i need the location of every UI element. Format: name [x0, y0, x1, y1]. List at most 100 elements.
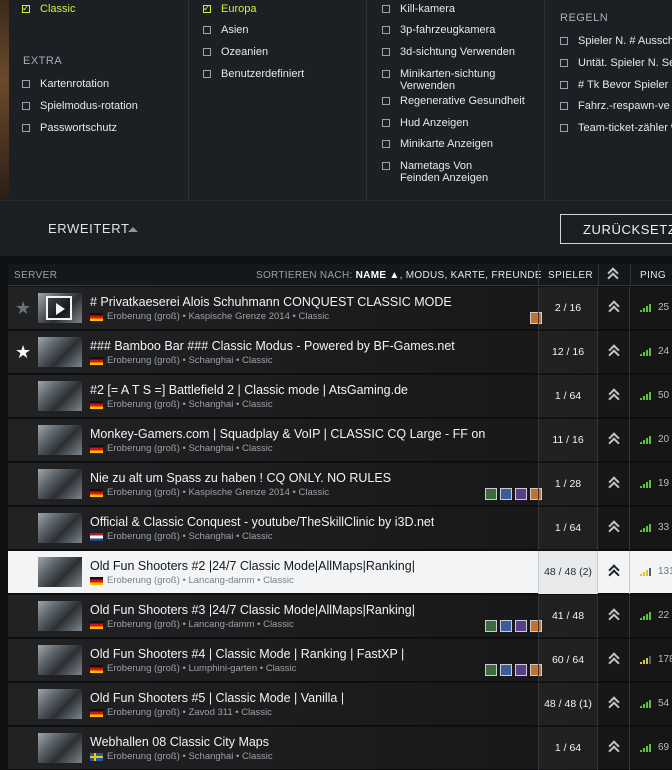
- server-thumbnail: [38, 381, 82, 411]
- server-row[interactable]: Nie zu alt um Spass zu haben ! CQ ONLY. …: [8, 463, 672, 506]
- filter-label: Untät. Spieler N. Sek: [578, 57, 672, 69]
- play-icon[interactable]: [46, 296, 72, 320]
- sort-by-others[interactable]: , MODUS, KARTE, FREUNDE: [400, 270, 542, 281]
- hud-icon: [500, 664, 512, 676]
- filter-rule-2[interactable]: Untät. Spieler N. Sek: [560, 57, 672, 69]
- server-meta-text: Eroberung (groß) • Lumphini-garten • Cla…: [107, 663, 297, 674]
- flag-nl-icon: [90, 532, 103, 541]
- filter-regenerative-gesundheit[interactable]: Regenerative Gesundheit: [382, 95, 525, 107]
- filter-label: 3p-fahrzeugkamera: [400, 24, 496, 36]
- filter-nametags[interactable]: Nametags Von Feinden Anzeigen: [382, 160, 502, 184]
- server-row[interactable]: #2 [= A T S =] Battlefield 2 | Classic m…: [8, 375, 672, 418]
- filter-kartenrotation[interactable]: Kartenrotation: [22, 78, 109, 90]
- player-count: 12 / 16: [538, 331, 598, 374]
- rank-cell: [598, 375, 630, 418]
- server-thumbnail: [38, 293, 82, 323]
- server-row[interactable]: Old Fun Shooters #5 | Classic Mode | Van…: [8, 683, 672, 726]
- ping-column-header[interactable]: PING: [640, 270, 666, 281]
- server-row[interactable]: ★ # Privatkaeserei Alois Schuhmann CONQU…: [8, 287, 672, 330]
- server-row[interactable]: Old Fun Shooters #3 |24/7 Classic Mode|A…: [8, 595, 672, 638]
- column-divider: [538, 264, 539, 286]
- signal-bars-icon: [640, 392, 652, 400]
- reset-button[interactable]: ZURÜCKSETZ: [560, 214, 672, 244]
- server-row[interactable]: Webhallen 08 Classic City Maps Eroberung…: [8, 727, 672, 770]
- filter-hud-anzeigen[interactable]: Hud Anzeigen: [382, 117, 469, 129]
- server-thumbnail: [38, 513, 82, 543]
- filter-spielmodus-rotation[interactable]: Spielmodus-rotation: [22, 100, 138, 112]
- filter-label: Hud Anzeigen: [400, 117, 469, 129]
- caret-up-icon[interactable]: [128, 227, 138, 232]
- server-row[interactable]: Monkey-Gamers.com | Squadplay & VoIP | C…: [8, 419, 672, 462]
- ping-value: 33: [658, 522, 670, 533]
- filter-ozeanien[interactable]: Ozeanien: [203, 46, 268, 58]
- server-meta: Eroberung (groß) • Lumphini-garten • Cla…: [90, 663, 296, 674]
- favorite-star-icon[interactable]: ★: [15, 298, 31, 319]
- filter-minikarten-sichtung[interactable]: Minikarten-sichtung Verwenden: [382, 68, 497, 92]
- rank-cell: [598, 639, 630, 682]
- minimap-icon: [515, 488, 527, 500]
- checkbox-icon: [203, 70, 211, 78]
- server-name: Old Fun Shooters #5 | Classic Mode | Van…: [90, 691, 345, 705]
- server-meta: Eroberung (groß) • Kaspische Grenze 2014…: [90, 311, 329, 322]
- chevron-up-icon: [609, 521, 619, 535]
- filter-label: 3d-sichtung Verwenden: [400, 46, 515, 58]
- server-row-selected[interactable]: Old Fun Shooters #2 |24/7 Classic Mode|A…: [8, 551, 672, 594]
- advanced-toggle[interactable]: ERWEITERT: [48, 221, 129, 236]
- checkbox-icon: [382, 48, 390, 56]
- ping-cell: 50: [636, 375, 672, 418]
- checkbox-icon: [22, 102, 30, 110]
- rank-column-icon[interactable]: [608, 268, 618, 285]
- filter-minikarte-anzeigen[interactable]: Minikarte Anzeigen: [382, 138, 493, 150]
- server-meta: Eroberung (groß) • Lancang-damm • Classi…: [90, 619, 294, 630]
- ping-value: 19: [658, 478, 670, 489]
- filter-rule-3[interactable]: # Tk Bevor Spieler R: [560, 79, 672, 91]
- filter-label: Classic: [40, 3, 76, 15]
- server-row[interactable]: Official & Classic Conquest - youtube/Th…: [8, 507, 672, 550]
- filter-kill-kamera[interactable]: Kill-kamera: [382, 3, 455, 15]
- filter-europa[interactable]: Europa: [203, 2, 256, 15]
- signal-bars-icon: [640, 568, 652, 576]
- filter-rule-4[interactable]: Fahrz.-respawn-ve: [560, 100, 670, 112]
- players-column-header[interactable]: SPIELER: [548, 270, 593, 281]
- server-meta-text: Eroberung (groß) • Lancang-damm • Classi…: [107, 619, 294, 630]
- server-thumbnail: [38, 645, 82, 675]
- rank-cell: [598, 463, 630, 506]
- column-divider: [598, 264, 599, 286]
- filter-label: Fahrz.-respawn-ve: [578, 100, 670, 112]
- server-name: ### Bamboo Bar ### Classic Modus - Power…: [90, 339, 455, 353]
- filter-asien[interactable]: Asien: [203, 24, 249, 36]
- sort-by-name[interactable]: NAME ▲: [356, 270, 400, 281]
- server-meta: Eroberung (groß) • Schanghai • Classic: [90, 443, 273, 454]
- checkbox-icon: [203, 2, 211, 14]
- filter-rule-1[interactable]: Spieler N. # Aussch: [560, 35, 672, 47]
- filter-classic[interactable]: Classic: [22, 2, 76, 15]
- rank-cell: [598, 331, 630, 374]
- server-thumbnail: [38, 337, 82, 367]
- server-row[interactable]: Old Fun Shooters #4 | Classic Mode | Ran…: [8, 639, 672, 682]
- filter-label: Regenerative Gesundheit: [400, 95, 525, 107]
- server-meta: Eroberung (groß) • Schanghai • Classic: [90, 751, 273, 762]
- filter-rule-5[interactable]: Team-ticket-zähler %: [560, 122, 672, 134]
- filter-benutzerdefiniert[interactable]: Benutzerdefiniert: [203, 68, 304, 80]
- rank-cell: [598, 551, 630, 594]
- checkbox-icon: [22, 80, 30, 88]
- server-row[interactable]: ★ ### Bamboo Bar ### Classic Modus - Pow…: [8, 331, 672, 374]
- rank-cell: [598, 419, 630, 462]
- checkbox-icon: [22, 124, 30, 132]
- server-thumbnail: [38, 733, 82, 763]
- checkbox-icon: [382, 70, 390, 78]
- filter-passwortschutz[interactable]: Passwortschutz: [22, 122, 117, 134]
- player-count: 60 / 64: [538, 639, 598, 682]
- server-name: Old Fun Shooters #4 | Classic Mode | Ran…: [90, 647, 405, 661]
- ping-value: 24: [658, 346, 670, 357]
- player-count: 1 / 28: [538, 463, 598, 506]
- extra-heading: EXTRA: [23, 55, 63, 67]
- filter-col-region: Europa Asien Ozeanien Benutzerdefiniert: [188, 0, 366, 200]
- server-name: Old Fun Shooters #3 |24/7 Classic Mode|A…: [90, 603, 415, 617]
- filter-3d-sichtung[interactable]: 3d-sichtung Verwenden: [382, 46, 515, 58]
- server-meta: Eroberung (groß) • Kaspische Grenze 2014…: [90, 487, 329, 498]
- server-feature-icons: [485, 664, 542, 676]
- flag-de-icon: [90, 400, 103, 409]
- favorite-star-icon[interactable]: ★: [15, 342, 31, 363]
- filter-3p-fahrzeugkamera[interactable]: 3p-fahrzeugkamera: [382, 24, 495, 36]
